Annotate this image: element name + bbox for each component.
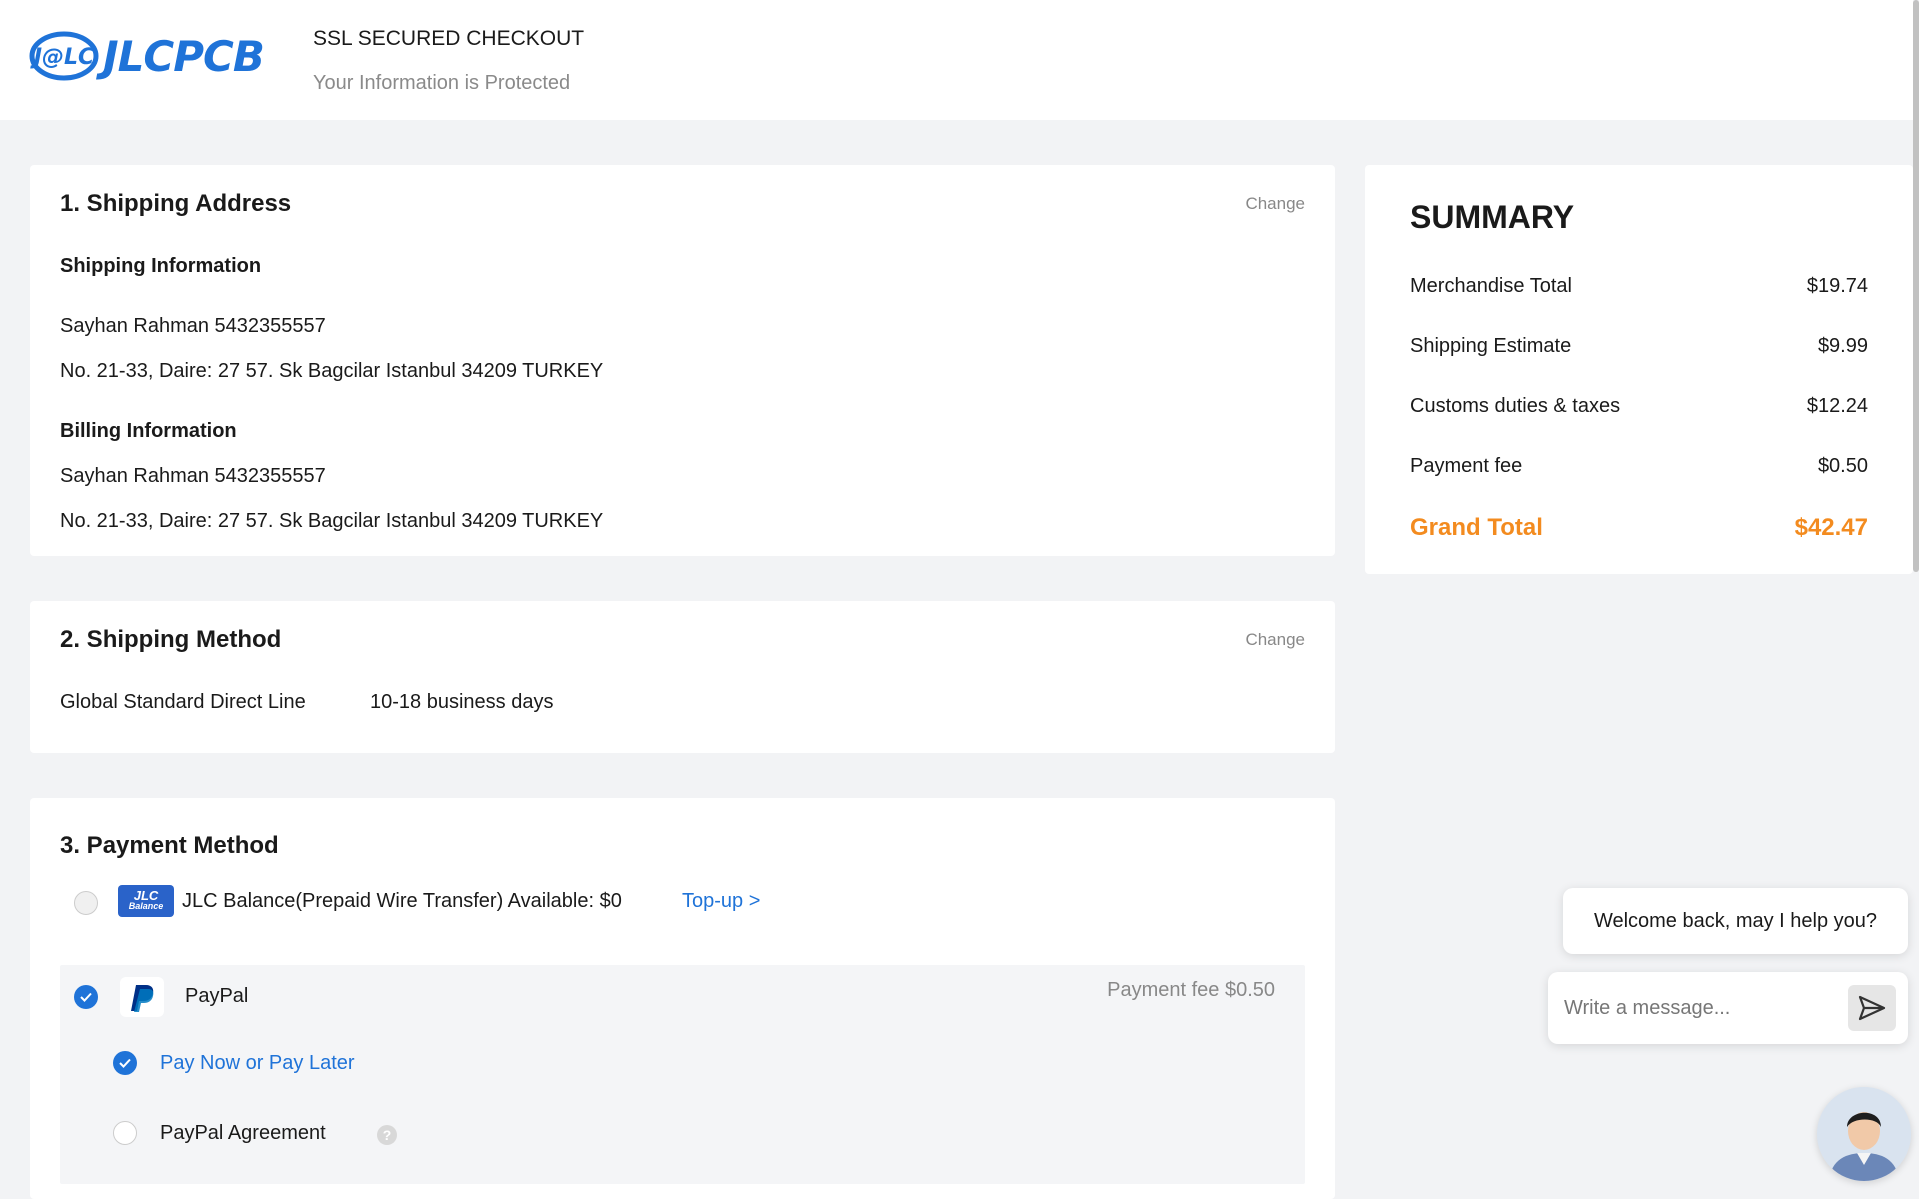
pay-now-later-radio[interactable] bbox=[113, 1051, 137, 1075]
summary-value: $12.24 bbox=[1806, 395, 1868, 417]
change-address-link[interactable]: Change bbox=[1245, 194, 1305, 214]
billing-info-heading: Billing Information bbox=[60, 420, 237, 442]
jlc-logo-icon: J@LC bbox=[29, 31, 99, 81]
page-scrollbar[interactable] bbox=[1913, 0, 1919, 572]
check-icon bbox=[119, 1058, 131, 1068]
paypal-label: PayPal bbox=[185, 985, 249, 1007]
send-icon bbox=[1858, 995, 1886, 1021]
grand-total-row: Grand Total $42.47 bbox=[1410, 514, 1868, 542]
paypal-agreement-radio[interactable] bbox=[113, 1121, 137, 1145]
shipping-address-card: 1. Shipping Address Change Shipping Info… bbox=[30, 165, 1335, 556]
summary-label: Payment fee bbox=[1410, 455, 1523, 477]
shipping-method-card: 2. Shipping Method Change Global Standar… bbox=[30, 601, 1335, 753]
grand-total-value: $42.47 bbox=[1794, 514, 1868, 541]
summary-value: $0.50 bbox=[1817, 455, 1868, 477]
shipping-info-heading: Shipping Information bbox=[60, 255, 262, 277]
summary-title: SUMMARY bbox=[1410, 199, 1575, 235]
chat-welcome-bubble[interactable]: Welcome back, may I help you? bbox=[1563, 888, 1908, 954]
ssl-title: SSL SECURED CHECKOUT bbox=[313, 27, 585, 50]
svg-text:J@LC: J@LC bbox=[30, 45, 94, 70]
shipping-name-phone: Sayhan Rahman 5432355557 bbox=[60, 315, 326, 337]
pay-now-later-label: Pay Now or Pay Later bbox=[160, 1052, 355, 1074]
change-shipping-method-link[interactable]: Change bbox=[1245, 630, 1305, 650]
support-agent-avatar[interactable] bbox=[1817, 1087, 1911, 1181]
chat-input-box[interactable] bbox=[1548, 972, 1908, 1044]
jlc-balance-icon-subtext: Balance bbox=[128, 901, 164, 911]
summary-card: SUMMARY Merchandise Total $19.74 Shippin… bbox=[1365, 165, 1913, 574]
shipping-method-name: Global Standard Direct Line bbox=[60, 691, 306, 713]
paypal-option-panel[interactable]: PayPal Payment fee $0.50 Pay Now or Pay … bbox=[60, 965, 1305, 1184]
jlc-balance-icon: JLC Balance bbox=[118, 885, 174, 917]
question-icon[interactable]: ? bbox=[377, 1125, 397, 1145]
paypal-logo-icon bbox=[120, 977, 164, 1017]
paypal-radio[interactable] bbox=[74, 985, 98, 1009]
shipping-address-title: 1. Shipping Address bbox=[60, 190, 292, 217]
pay-now-or-later-option[interactable]: Pay Now or Pay Later bbox=[100, 1045, 500, 1081]
shipping-address-line: No. 21-33, Daire: 27 57. Sk Bagcilar Ist… bbox=[60, 360, 604, 382]
jlc-balance-icon-text: JLC bbox=[133, 888, 159, 903]
paypal-agreement-option[interactable]: PayPal Agreement ? bbox=[100, 1115, 500, 1151]
summary-label: Merchandise Total bbox=[1410, 275, 1572, 297]
logo-text: JLCPCB bbox=[103, 31, 265, 81]
shipping-duration: 10-18 business days bbox=[370, 691, 554, 713]
summary-row-merchandise: Merchandise Total $19.74 bbox=[1410, 275, 1868, 298]
summary-row-shipping: Shipping Estimate $9.99 bbox=[1410, 335, 1868, 358]
summary-row-customs: Customs duties & taxes $12.24 bbox=[1410, 395, 1868, 418]
shipping-method-title: 2. Shipping Method bbox=[60, 626, 282, 653]
page-header: J@LC JLCPCB SSL SECURED CHECKOUT Your In… bbox=[0, 0, 1913, 120]
summary-label: Shipping Estimate bbox=[1410, 335, 1572, 357]
billing-address-line: No. 21-33, Daire: 27 57. Sk Bagcilar Ist… bbox=[60, 510, 604, 532]
payment-method-card: 3. Payment Method JLC Balance JLC Balanc… bbox=[30, 798, 1335, 1199]
jlc-balance-label: JLC Balance(Prepaid Wire Transfer) Avail… bbox=[182, 890, 622, 912]
grand-total-label: Grand Total bbox=[1410, 514, 1543, 541]
paypal-fee: Payment fee $0.50 bbox=[1107, 979, 1275, 1001]
jlc-balance-option[interactable]: JLC Balance JLC Balance(Prepaid Wire Tra… bbox=[30, 878, 930, 928]
topup-link[interactable]: Top-up > bbox=[682, 890, 760, 913]
payment-method-title: 3. Payment Method bbox=[60, 832, 279, 859]
jlcpcb-logo[interactable]: J@LC JLCPCB bbox=[29, 28, 265, 84]
billing-name-phone: Sayhan Rahman 5432355557 bbox=[60, 465, 326, 487]
send-button[interactable] bbox=[1848, 985, 1896, 1031]
ssl-subtitle: Your Information is Protected bbox=[313, 72, 571, 94]
chat-message-input[interactable] bbox=[1564, 992, 1824, 1024]
summary-row-payment-fee: Payment fee $0.50 bbox=[1410, 455, 1868, 478]
check-icon bbox=[80, 992, 92, 1002]
summary-value: $19.74 bbox=[1806, 275, 1868, 297]
summary-value: $9.99 bbox=[1817, 335, 1868, 357]
jlc-balance-radio[interactable] bbox=[74, 891, 98, 915]
paypal-agreement-label: PayPal Agreement bbox=[160, 1122, 326, 1144]
summary-label: Customs duties & taxes bbox=[1410, 395, 1621, 417]
